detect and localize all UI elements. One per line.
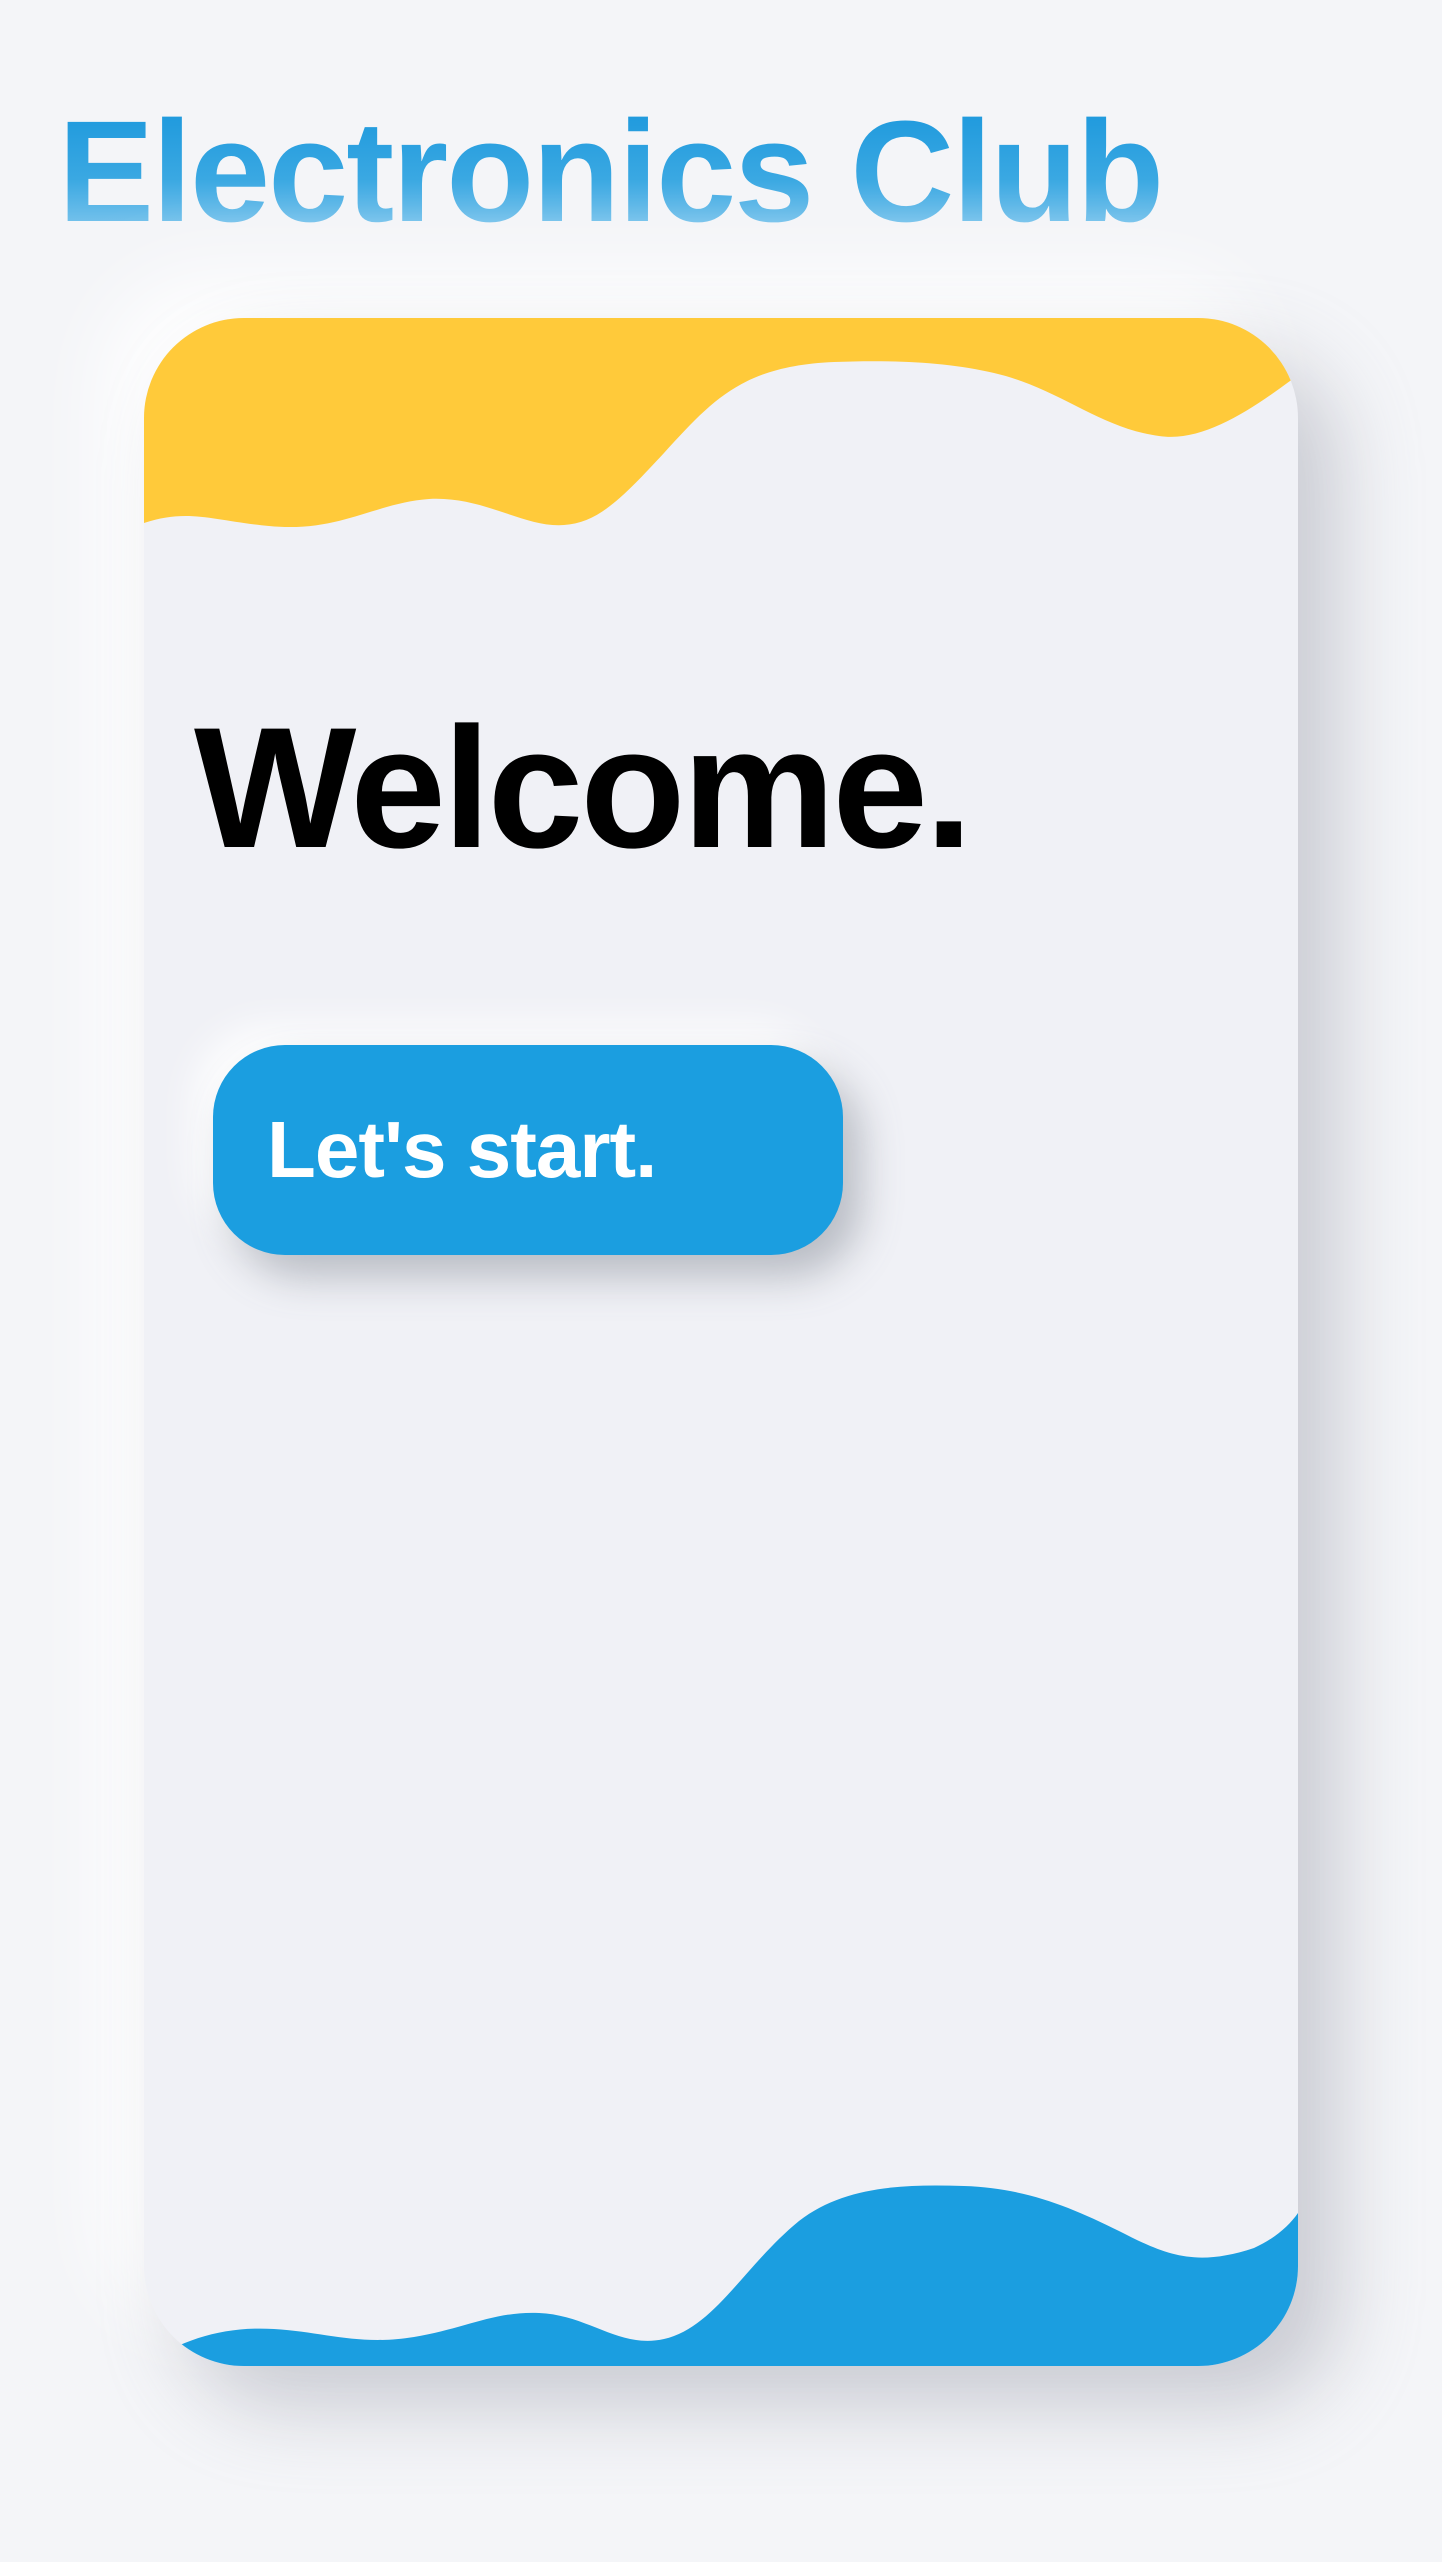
lets-start-button[interactable]: Let's start.: [213, 1045, 843, 1255]
welcome-heading: Welcome.: [194, 692, 973, 884]
top-wave-decoration: [144, 318, 1298, 528]
app-title: Electronics Club: [58, 91, 1164, 252]
bottom-wave-decoration: [144, 2185, 1298, 2366]
welcome-card: Welcome. Let's start.: [144, 318, 1298, 2366]
